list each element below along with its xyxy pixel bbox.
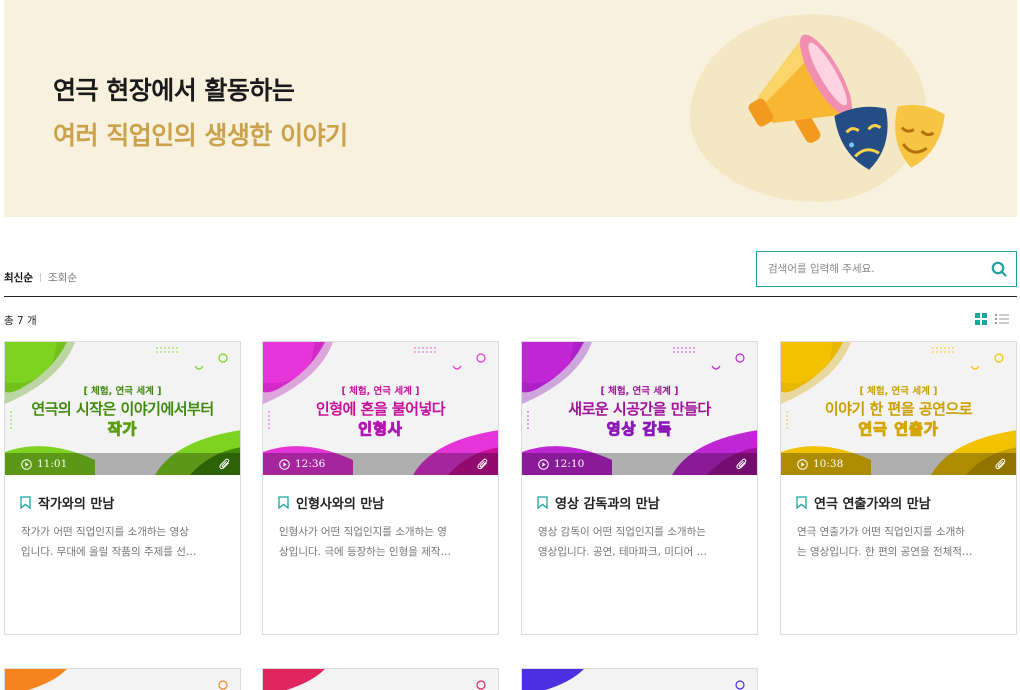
- duration-text: 12:36: [295, 458, 326, 470]
- card-description-line: 영상 감독이 어떤 직업인지를 소개하는: [538, 526, 706, 538]
- thumbnail-subtitle: 연극 연출가: [858, 420, 939, 439]
- card-description-line: 상입니다. 극에 등장하는 인형을 제작…: [279, 546, 452, 558]
- thumbnail-subtitle: 인형사: [358, 420, 403, 439]
- card-description: 영상 감독이 어떤 직업인지를 소개하는 영상입니다. 공연, 테마파크, 미디…: [538, 522, 743, 562]
- thumbnail-tag: [ 체험, 연극 세계 ]: [341, 386, 420, 397]
- card-description-line: 는 영상입니다. 한 편의 공연을 전체적…: [797, 546, 973, 558]
- grid-view-icon[interactable]: [975, 313, 987, 325]
- video-thumbnail[interactable]: [ 체험, 연극 세계 ] 이야기 한 편을 공연으로 연극 연출가 10:38: [781, 342, 1016, 475]
- card-title-text: 연극 연출가와의 만남: [814, 497, 931, 512]
- thumbnail-info-bar: 11:01: [5, 453, 240, 475]
- video-thumbnail[interactable]: [ 체험, 연극 세계 ] 새로운 시공간을 만들다 영상 감독 12:10: [522, 342, 757, 475]
- video-duration: 11:01: [21, 458, 67, 470]
- thumbnail-info-bar: 12:36: [263, 453, 498, 475]
- video-duration: 10:38: [797, 458, 843, 470]
- play-icon: [538, 458, 549, 470]
- thumbnail-subtitle: 영상 감독: [606, 420, 673, 439]
- thumbnail-background: [263, 669, 498, 690]
- attachment-icon: [995, 458, 1006, 470]
- attachment-icon: [736, 458, 747, 470]
- video-card[interactable]: [ 체험, 연극 세계 ] 연극의 시작은 이야기에서부터 작가 11:01 작…: [4, 341, 241, 635]
- card-title-text: 영상 감독과의 만남: [555, 497, 660, 512]
- card-description-line: 인형사가 어떤 직업인지를 소개하는 영: [279, 526, 447, 538]
- thumbnail-title: 인형에 혼을 불어넣다: [315, 400, 446, 418]
- search-icon: [991, 261, 1007, 277]
- video-card[interactable]: [ 체험, 연극 세계 ] 새로운 시공간을 만들다 영상 감독 12:10 영…: [521, 341, 758, 635]
- megaphone-masks-illustration: [748, 34, 945, 170]
- thumbnail-subtitle: 작가: [107, 420, 138, 439]
- sort-views[interactable]: 조회순: [48, 270, 77, 285]
- sort-latest[interactable]: 최신순: [4, 270, 33, 285]
- card-description-line: 입니다. 무대에 올릴 작품의 주제를 선…: [21, 546, 197, 558]
- bookmark-icon[interactable]: [278, 496, 289, 509]
- card-description: 연극 연출가가 어떤 직업인지를 소개하 는 영상입니다. 한 편의 공연을 전…: [797, 522, 1002, 562]
- thumbnail-title: 이야기 한 편을 공연으로: [824, 400, 973, 418]
- play-icon: [21, 458, 32, 470]
- card-description-line: 작가가 어떤 직업인지를 소개하는 영상: [21, 526, 189, 538]
- search-input[interactable]: [757, 252, 982, 286]
- search-box: [756, 251, 1017, 287]
- video-card[interactable]: [ 체험, 연극 세계 ] 인형에 혼을 불어넣다 인형사 12:36 인형사와…: [262, 341, 499, 635]
- sort-options: 최신순 | 조회순: [4, 270, 77, 285]
- card-title[interactable]: 인형사와의 만남: [278, 493, 384, 512]
- hero-banner: 연극 현장에서 활동하는 여러 직업인의 생생한 이야기: [4, 0, 1017, 217]
- video-card[interactable]: [521, 668, 758, 690]
- video-duration: 12:10: [538, 458, 584, 470]
- list-divider: [4, 296, 1017, 297]
- thumbnail-title: 새로운 시공간을 만들다: [568, 400, 711, 418]
- hero-subtitle: 여러 직업인의 생생한 이야기: [53, 121, 348, 150]
- thumbnail-background: [5, 669, 240, 690]
- view-toggle: [975, 313, 1009, 325]
- card-title[interactable]: 영상 감독과의 만남: [537, 493, 660, 512]
- attachment-icon: [219, 458, 230, 470]
- card-title[interactable]: 작가와의 만남: [20, 493, 114, 512]
- video-card[interactable]: [ 체험, 연극 세계 ] 이야기 한 편을 공연으로 연극 연출가 10:38: [780, 341, 1017, 635]
- search-button[interactable]: [982, 252, 1016, 286]
- thumbnail-background: [522, 669, 757, 690]
- video-thumbnail[interactable]: [ 체험, 연극 세계 ] 인형에 혼을 불어넣다 인형사 12:36: [263, 342, 498, 475]
- video-thumbnail[interactable]: [ 체험, 연극 세계 ] 연극의 시작은 이야기에서부터 작가 11:01: [5, 342, 240, 475]
- thumbnail-tag: [ 체험, 연극 세계 ]: [600, 386, 679, 397]
- thumbnail-tag: [ 체험, 연극 세계 ]: [859, 386, 938, 397]
- play-icon: [797, 458, 808, 470]
- video-card[interactable]: [4, 668, 241, 690]
- card-description: 인형사가 어떤 직업인지를 소개하는 영 상입니다. 극에 등장하는 인형을 제…: [279, 522, 484, 562]
- thumbnail-title: 연극의 시작은 이야기에서부터: [31, 400, 214, 418]
- result-count: 총 7 개: [4, 315, 37, 327]
- video-card[interactable]: [262, 668, 499, 690]
- card-title[interactable]: 연극 연출가와의 만남: [796, 493, 931, 512]
- thumbnail-info-bar: 12:10: [522, 453, 757, 475]
- card-description: 작가가 어떤 직업인지를 소개하는 영상 입니다. 무대에 올릴 작품의 주제를…: [21, 522, 226, 562]
- bookmark-icon[interactable]: [537, 496, 548, 509]
- hero-title: 연극 현장에서 활동하는: [53, 76, 295, 105]
- card-title-text: 작가와의 만남: [38, 497, 115, 512]
- card-title-text: 인형사와의 만남: [296, 497, 385, 512]
- card-description-line: 영상입니다. 공연, 테마파크, 미디어 …: [538, 546, 708, 558]
- bookmark-icon[interactable]: [20, 496, 31, 509]
- card-description-line: 연극 연출가가 어떤 직업인지를 소개하: [797, 526, 965, 538]
- duration-text: 12:10: [554, 458, 585, 470]
- duration-text: 11:01: [37, 458, 68, 470]
- duration-text: 10:38: [813, 458, 844, 470]
- play-icon: [279, 458, 290, 470]
- thumbnail-info-bar: 10:38: [781, 453, 1016, 475]
- sort-separator: |: [38, 272, 43, 283]
- video-duration: 12:36: [279, 458, 325, 470]
- attachment-icon: [477, 458, 488, 470]
- list-view-icon[interactable]: [995, 313, 1009, 325]
- bookmark-icon[interactable]: [796, 496, 807, 509]
- thumbnail-tag: [ 체험, 연극 세계 ]: [83, 386, 162, 397]
